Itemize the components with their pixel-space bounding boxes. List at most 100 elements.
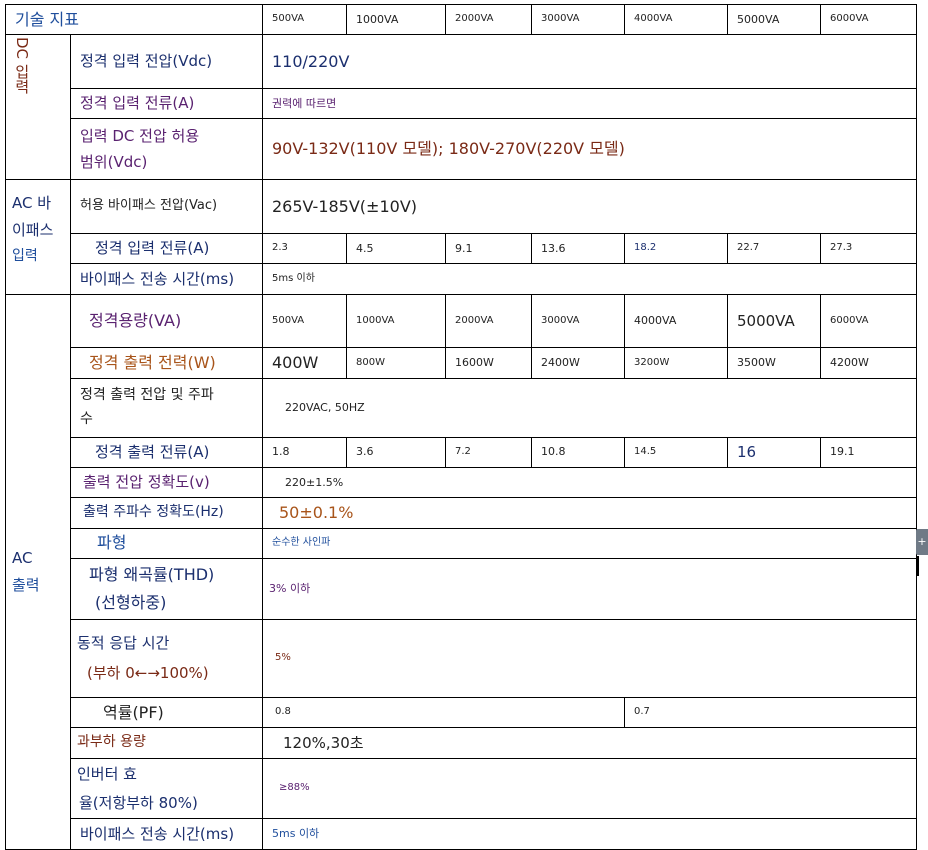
scroll-handle[interactable]: + [916,529,928,555]
table-cell: 16 [727,436,821,468]
table-cell: 3200W [624,347,728,379]
row-label: 정격 입력 전류(A) [70,88,263,120]
row-value: 5% [262,618,917,698]
table-cell: 18.2 [624,232,728,265]
row-value: 220±1.5% [262,466,917,499]
category-line: AC 바 [12,194,52,213]
row-label-line: 정격 출력 전압 및 주파 [80,387,214,404]
table-cell: 4000VA [624,293,728,349]
dc-input-category: DC 입력 [5,34,71,181]
output-voltage-freq-row: 정격 출력 전압 및 주파 수 220VAC, 50HZ [6,377,917,438]
row-label-line: 입력 DC 전압 허용 [80,126,200,145]
header-capacity: 2000VA [445,3,532,36]
row-value: 50±0.1% [262,497,917,529]
table-cell: 2000VA [445,293,532,349]
header-capacity: 1000VA [346,3,446,36]
row-label: 정격 출력 전압 및 주파 수 [70,377,263,438]
table-cell: 19.1 [820,436,917,468]
dc-rated-current-row: 정격 입력 전류(A) 권력에 따르면 [6,88,917,120]
row-label: 과부하 용량 [70,727,263,759]
table-cell: 7.2 [445,436,532,468]
row-label-line: 동적 응답 시간 [77,633,170,652]
row-label-line: 수 [80,410,93,427]
output-capacity-row: AC 출력 정격용량(VA) 500VA 1000VA 2000VA 3000V… [5,293,917,850]
row-label-line: 율(저항부하 80%) [79,793,198,812]
row-label: 역률(PF) [70,696,263,729]
row-value: 265V-185V(±10V) [262,179,917,234]
header-row: 기술 지표 500VA 1000VA 2000VA 3000VA 4000VA … [5,3,917,36]
row-label: 허용 바이패스 전압(Vac) [70,179,263,234]
row-label: 바이패스 전송 시간(ms) [70,818,263,850]
cursor-marker [917,556,919,576]
row-value: 110/220V [262,34,917,90]
table-cell: 4200W [820,347,917,379]
table-cell: 6000VA [820,293,917,349]
output-transfer-row: 바이패스 전송 시간(ms) 5ms 이하 [6,818,917,850]
row-label-line: 인버터 효 [77,764,137,783]
header-capacity: 4000VA [624,3,728,36]
output-overload-row: 과부하 용량 120%,30초 [6,727,917,759]
row-value: ≥88% [262,757,917,820]
output-efficiency-row: 인버터 효 율(저항부하 80%) ≥88% [6,757,917,820]
row-value: 0.8 [262,696,625,729]
table-cell: 14.5 [624,436,728,468]
output-power-factor-row: 역률(PF) 0.8 0.7 [6,696,917,729]
row-value: 권력에 따르면 [262,88,917,120]
output-thd-row: 파형 왜곡률(THD) (선형하중) 3% 이하 [6,558,917,620]
category-line: 출력 [12,575,40,594]
output-voltage-accuracy-row: 출력 전압 정확도(v) 220±1.5% [6,466,917,499]
ac-bypass-category: AC 바 이패스 입력 [5,179,71,295]
row-label-line: 파형 왜곡률(THD) [89,565,215,584]
bypass-transfer-row: 바이패스 전송 시간(ms) 5ms 이하 [6,263,917,295]
row-label: 파형 왜곡률(THD) (선형하중) [70,558,263,620]
row-value: 3% 이하 [262,558,917,620]
dc-input-category-text: DC 입력 [12,37,31,95]
table-cell: 4.5 [346,232,446,265]
header-capacity: 3000VA [531,3,625,36]
row-value: 5ms 이하 [262,818,917,850]
header-capacity: 6000VA [820,3,917,36]
dc-rated-voltage-row: DC 입력 정격 입력 전압(Vdc) 110/220V [5,34,917,181]
table-cell: 3500W [727,347,821,379]
bypass-voltage-row: AC 바 이패스 입력 허용 바이패스 전압(Vac) 265V-185V(±1… [5,179,917,295]
row-label-line: (선형하중) [95,593,167,612]
table-cell: 1.8 [262,436,347,468]
header-capacity: 5000VA [727,3,821,36]
table-cell: 3.6 [346,436,446,468]
row-label-line: (부하 0←→100%) [87,664,209,683]
row-label: 인버터 효 율(저항부하 80%) [70,757,263,820]
table-cell: 27.3 [820,232,917,265]
row-value: 5ms 이하 [262,263,917,295]
table-cell: 1600W [445,347,532,379]
output-dynamic-row: 동적 응답 시간 (부하 0←→100%) 5% [6,618,917,698]
row-label: 파형 [70,527,263,560]
table-cell: 800W [346,347,446,379]
table-cell: 3000VA [531,293,625,349]
header-capacity: 500VA [262,3,347,36]
table-cell: 2400W [531,347,625,379]
table-cell: 2.3 [262,232,347,265]
table-cell: 5000VA [727,293,821,349]
row-label: 출력 전압 정확도(v) [70,466,263,499]
dc-voltage-range-row: 입력 DC 전압 허용 범위(Vdc) 90V-132V(110V 모델); 1… [6,118,917,181]
table-cell: 400W [262,347,347,379]
spec-table: 기술 지표 500VA 1000VA 2000VA 3000VA 4000VA … [5,3,917,850]
row-value: 90V-132V(110V 모델); 180V-270V(220V 모델) [262,118,917,181]
row-label: 정격용량(VA) [70,293,263,349]
table-cell: 500VA [262,293,347,349]
category-line: 이패스 [12,221,54,239]
output-power-row: 정격 출력 전력(W) 400W 800W 1600W 2400W 3200W … [6,347,917,379]
row-value: 0.7 [624,696,917,729]
table-cell: 1000VA [346,293,446,349]
output-current-row: 정격 출력 전류(A) 1.8 3.6 7.2 10.8 14.5 16 19.… [6,436,917,468]
row-value: 220VAC, 50HZ [262,377,917,438]
table-cell: 22.7 [727,232,821,265]
row-label-line: 범위(Vdc) [80,153,148,172]
row-value: 120%,30초 [262,727,917,759]
row-label: 정격 입력 전압(Vdc) [70,34,263,90]
table-cell: 9.1 [445,232,532,265]
row-label: 정격 출력 전류(A) [70,436,263,468]
row-label: 바이패스 전송 시간(ms) [70,263,263,295]
row-value: 순수한 사인파 [262,527,917,560]
row-label: 정격 출력 전력(W) [70,347,263,379]
